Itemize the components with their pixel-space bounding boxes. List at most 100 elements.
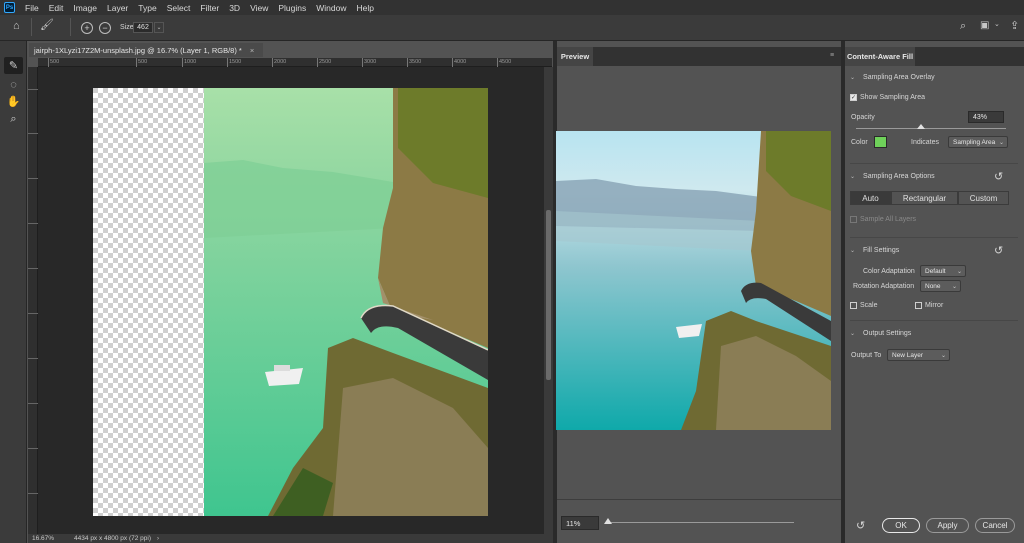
lasso-tool-icon[interactable]: ◌ — [4, 76, 23, 93]
ruler-tick — [28, 493, 38, 494]
ruler-tick — [28, 358, 38, 359]
cancel-button[interactable]: Cancel — [975, 518, 1015, 533]
indicates-dropdown[interactable]: Sampling Area ⌄ — [948, 136, 1008, 148]
home-icon[interactable]: ⌂ — [13, 21, 20, 32]
color-adaptation-dropdown[interactable]: Default ⌄ — [920, 265, 966, 277]
zoom-tool-icon[interactable]: ⌕ — [4, 111, 23, 128]
ruler-tick — [28, 448, 38, 449]
ruler-tick — [28, 223, 38, 224]
size-input[interactable]: 462 — [133, 22, 153, 33]
opacity-slider-thumb[interactable] — [916, 124, 925, 129]
menu-help[interactable]: Help — [351, 3, 378, 13]
output-to-dropdown[interactable]: New Layer ⌄ — [887, 349, 950, 361]
panel-menu-icon[interactable]: ≡ — [830, 52, 834, 59]
photoshop-logo: Ps — [4, 2, 15, 13]
ruler-tick: 1500 — [227, 58, 242, 67]
menu-window[interactable]: Window — [311, 3, 351, 13]
ruler-tick: 500 — [136, 58, 148, 67]
menu-type[interactable]: Type — [133, 3, 161, 13]
content-aware-fill-tab[interactable]: Content-Aware Fill — [845, 47, 915, 66]
opacity-slider[interactable] — [856, 128, 1006, 129]
status-zoom[interactable]: 16.67% — [32, 535, 54, 542]
ruler-tick — [28, 313, 38, 314]
chevron-down-icon[interactable]: ⌄ — [994, 21, 1000, 28]
menu-layer[interactable]: Layer — [102, 3, 133, 13]
ruler-tick: 500 — [48, 58, 60, 67]
reset-icon[interactable]: ↺ — [994, 244, 1003, 257]
ruler-tick: 3500 — [407, 58, 422, 67]
chevron-down-icon: ⌄ — [850, 75, 856, 81]
search-icon[interactable]: ⌕ — [960, 21, 966, 32]
preview-zoom-slider-thumb[interactable] — [603, 518, 612, 524]
dropdown-value: Default — [925, 267, 946, 275]
section-title: Fill Settings — [863, 247, 900, 254]
menu-filter[interactable]: Filter — [195, 3, 224, 13]
sample-all-layers-checkbox[interactable]: Sample All Layers — [850, 216, 916, 223]
chevron-down-icon: ⌄ — [850, 331, 856, 337]
chevron-down-icon: ⌄ — [956, 268, 962, 275]
hand-tool-icon[interactable]: ✋ — [4, 93, 23, 110]
preview-image[interactable] — [556, 131, 831, 430]
indicates-label: Indicates — [911, 139, 940, 146]
menu-view[interactable]: View — [245, 3, 273, 13]
divider — [31, 18, 32, 36]
checkbox-box[interactable] — [850, 302, 857, 309]
chevron-down-icon: ⌄ — [940, 352, 946, 359]
mode-rectangular-button[interactable]: Rectangular — [891, 191, 958, 205]
subtract-from-selection-icon[interactable]: − — [99, 22, 111, 34]
show-sampling-area-checkbox[interactable]: ✓ Show Sampling Area — [850, 94, 925, 101]
document-tab[interactable]: jairph-1XLyzi17Z2M-unsplash.jpg @ 16.7% … — [29, 43, 263, 57]
ok-button[interactable]: OK — [882, 518, 920, 533]
checkbox-box[interactable] — [850, 216, 857, 223]
workspace-icon[interactable]: ▣ — [980, 21, 989, 31]
sampling-brush-tool-icon[interactable]: ✎ — [4, 57, 23, 74]
menu-file[interactable]: File — [20, 3, 44, 13]
menu-select[interactable]: Select — [162, 3, 196, 13]
menu-image[interactable]: Image — [68, 3, 102, 13]
rotation-adaptation-dropdown[interactable]: None ⌄ — [920, 280, 961, 292]
menu-3d[interactable]: 3D — [224, 3, 245, 13]
preview-zoom-slider[interactable] — [606, 522, 794, 523]
mode-custom-button[interactable]: Custom — [958, 191, 1009, 205]
mirror-checkbox[interactable]: Mirror — [915, 302, 943, 309]
ruler-tick — [28, 89, 38, 90]
reset-icon[interactable]: ↺ — [994, 170, 1003, 183]
brush-preset-icon[interactable]: 🖌 — [40, 20, 54, 31]
fill-settings-header[interactable]: ⌄ Fill Settings — [850, 247, 899, 254]
ruler-tick — [28, 268, 38, 269]
section-title: Output Settings — [863, 330, 912, 337]
sampling-overlay-header[interactable]: ⌄ Sampling Area Overlay — [850, 74, 935, 81]
add-to-selection-icon[interactable]: + — [81, 22, 93, 34]
sampling-options-header[interactable]: ⌄ Sampling Area Options — [850, 173, 935, 180]
document-canvas-image[interactable] — [93, 88, 488, 516]
reset-all-icon[interactable]: ↺ — [856, 519, 865, 532]
menu-plugins[interactable]: Plugins — [273, 3, 311, 13]
chevron-down-icon: ⌄ — [998, 139, 1004, 146]
menu-edit[interactable]: Edit — [44, 3, 69, 13]
scale-checkbox[interactable]: Scale — [850, 302, 878, 309]
size-dropdown[interactable]: ⌄ — [154, 22, 164, 33]
opacity-label: Opacity — [851, 114, 875, 121]
checkmark-icon[interactable]: ✓ — [850, 94, 857, 101]
ruler-tick — [28, 403, 38, 404]
chevron-right-icon[interactable]: › — [157, 536, 159, 542]
ruler-vertical — [28, 67, 38, 534]
ruler-tick: 2000 — [272, 58, 287, 67]
dropdown-value: New Layer — [892, 351, 924, 359]
checkbox-label: Scale — [860, 302, 878, 309]
preview-zoom-input[interactable]: 11% — [561, 516, 599, 530]
opacity-input[interactable]: 43% — [968, 111, 1004, 123]
scrollbar-thumb[interactable] — [546, 210, 551, 380]
preview-tab[interactable]: Preview — [557, 47, 593, 66]
close-icon[interactable]: × — [250, 46, 254, 55]
checkbox-box[interactable] — [915, 302, 922, 309]
size-label: Size — [120, 24, 134, 31]
apply-button[interactable]: Apply — [926, 518, 969, 533]
rotation-adaptation-label: Rotation Adaptation — [853, 283, 915, 290]
color-adaptation-label: Color Adaptation — [863, 268, 915, 275]
share-icon[interactable]: ⇪ — [1010, 21, 1019, 32]
overlay-color-swatch[interactable] — [874, 136, 887, 148]
mode-auto-button[interactable]: Auto — [850, 191, 891, 205]
output-settings-header[interactable]: ⌄ Output Settings — [850, 330, 911, 337]
status-bar: 16.67% 4434 px x 4800 px (72 ppi) › — [28, 534, 553, 543]
